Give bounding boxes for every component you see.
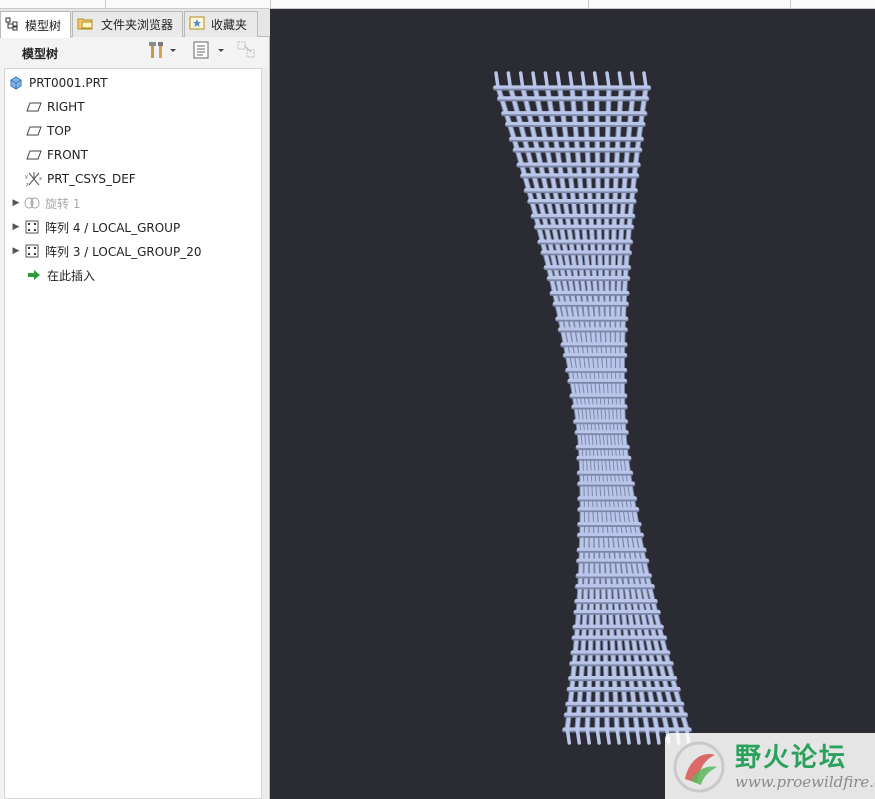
model-tree-icon — [5, 17, 19, 34]
tree-node-label: PRT_CSYS_DEF — [47, 172, 136, 186]
expand-arrow-icon[interactable]: ▶ — [11, 198, 21, 208]
tree-filter-button[interactable] — [236, 40, 258, 64]
settings-button[interactable] — [148, 42, 178, 62]
lattice-tower-model[interactable] — [270, 9, 875, 799]
pattern-icon — [23, 243, 41, 259]
watermark-url: www.proewildfire.cn — [735, 773, 875, 791]
tab-label: 收藏夹 — [211, 18, 248, 32]
folder-browser-icon — [77, 16, 95, 33]
tree-node-top-plane[interactable]: TOP — [25, 121, 71, 141]
svg-text:y: y — [25, 174, 28, 180]
tree-node-insert-here[interactable]: 在此插入 — [25, 265, 95, 285]
ribbon-separator — [270, 0, 271, 9]
svg-text:z: z — [26, 182, 29, 187]
datum-plane-icon — [25, 147, 43, 163]
tools-icon — [148, 40, 178, 64]
svg-text:x: x — [39, 176, 42, 182]
tree-node-label: RIGHT — [47, 100, 85, 114]
insert-here-arrow-icon — [25, 267, 43, 283]
tree-node-label: PRT0001.PRT — [29, 76, 108, 90]
tree-node-csys[interactable]: y x z PRT_CSYS_DEF — [25, 169, 136, 189]
tab-folder-browser[interactable]: 文件夹浏览器 — [72, 11, 183, 37]
tree-node-pattern-4[interactable]: ▶ 阵列 4 / LOCAL_GROUP — [11, 217, 180, 237]
tab-label: 模型树 — [25, 18, 62, 33]
graphics-viewport[interactable] — [270, 9, 875, 799]
tree-node-pattern-3[interactable]: ▶ 阵列 3 / LOCAL_GROUP_20 — [11, 241, 201, 261]
tree-node-front-plane[interactable]: FRONT — [25, 145, 88, 165]
ribbon-strip — [0, 0, 875, 9]
app-window: 模型树 文件夹浏览器 收藏夹 模型树 PRT0001.PRT RIGHT TOP… — [0, 0, 875, 799]
datum-plane-icon — [25, 123, 43, 139]
panel-splitter[interactable] — [262, 68, 268, 799]
tab-model-tree[interactable]: 模型树 — [0, 11, 71, 38]
show-list-icon — [192, 40, 228, 64]
model-tree-toolbar: 模型树 — [0, 38, 268, 66]
tree-node-label: 阵列 4 / LOCAL_GROUP — [45, 220, 181, 235]
tree-node-label: 旋转 1 — [45, 196, 81, 211]
tree-node-label: TOP — [47, 124, 72, 138]
tree-node-part[interactable]: PRT0001.PRT — [7, 73, 107, 93]
navigator-tabs: 模型树 文件夹浏览器 收藏夹 — [0, 9, 270, 38]
tree-node-right-plane[interactable]: RIGHT — [25, 97, 85, 117]
ribbon-separator — [588, 0, 589, 9]
expand-arrow-icon[interactable]: ▶ — [11, 246, 21, 256]
ribbon-separator — [105, 0, 106, 9]
forum-watermark: 野火论坛 www.proewildfire.cn — [665, 733, 875, 799]
model-tree-title: 模型树 — [22, 47, 59, 61]
favorites-icon — [189, 16, 205, 33]
tree-node-label: 在此插入 — [47, 268, 96, 283]
navigator-panel: 模型树 文件夹浏览器 收藏夹 模型树 PRT0001.PRT RIGHT TOP… — [0, 9, 270, 799]
tab-label: 文件夹浏览器 — [101, 18, 174, 32]
tree-filter-icon — [236, 40, 258, 64]
ribbon-separator — [790, 0, 791, 9]
lattice-grid — [492, 71, 692, 745]
tree-node-label: FRONT — [47, 148, 88, 162]
coordinate-system-icon: y x z — [25, 171, 43, 187]
tree-node-revolve[interactable]: ▶ 旋转 1 — [11, 193, 81, 213]
show-button[interactable] — [192, 40, 228, 64]
forum-logo-icon — [673, 741, 725, 793]
tab-favorites[interactable]: 收藏夹 — [184, 11, 258, 37]
tree-node-label: 阵列 3 / LOCAL_GROUP_20 — [45, 244, 202, 259]
pattern-icon — [23, 219, 41, 235]
watermark-title: 野火论坛 — [735, 743, 848, 773]
datum-plane-icon — [25, 99, 43, 115]
model-tree: PRT0001.PRT RIGHT TOP FRONT y x z PRT_CS… — [4, 68, 262, 799]
revolve-icon — [23, 195, 41, 211]
part-icon — [7, 75, 25, 91]
expand-arrow-icon[interactable]: ▶ — [11, 222, 21, 232]
